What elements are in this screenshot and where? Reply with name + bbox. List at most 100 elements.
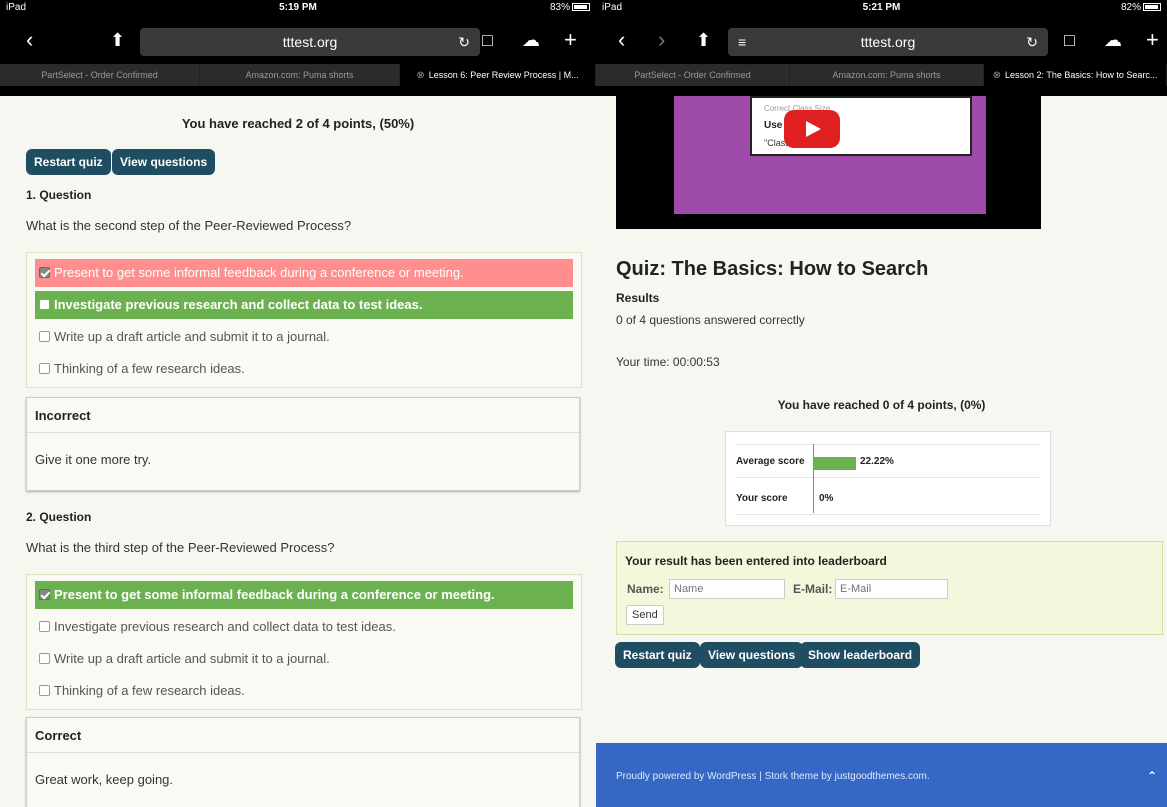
tab-amazon[interactable]: Amazon.com: Puma shorts <box>200 64 400 86</box>
average-score-value: 22.22% <box>860 456 894 467</box>
send-button[interactable]: Send <box>626 605 664 625</box>
leaderboard-message: Your result has been entered into leader… <box>625 554 887 568</box>
battery-indicator: 82% <box>1121 2 1161 13</box>
new-tab-icon[interactable]: + <box>564 28 577 52</box>
cloud-tabs-icon[interactable]: ☁ <box>1104 28 1122 52</box>
checkbox-checked-icon <box>39 267 50 278</box>
tab-lesson-2[interactable]: ⊗ Lesson 2: The Basics: How to Searc... <box>984 64 1167 86</box>
reload-icon[interactable]: ↻ <box>1026 28 1038 56</box>
checkbox-icon <box>39 685 50 696</box>
tab-partselect[interactable]: PartSelect - Order Confirmed <box>596 64 790 86</box>
toolbar: ‹ ⬆ tttest.org ↻ □ ☁ + <box>0 22 596 62</box>
bookmarks-icon[interactable]: □ <box>1064 28 1075 52</box>
results-label: Results <box>616 291 660 305</box>
address-bar[interactable]: tttest.org ↻ <box>140 28 480 56</box>
question-2-heading: 2. Question <box>26 510 92 524</box>
share-icon[interactable]: ⬆ <box>696 28 711 52</box>
your-score-label: Your score <box>736 493 788 504</box>
checkbox-icon <box>39 363 50 374</box>
feedback-title: Correct <box>35 728 82 743</box>
time-taken: Your time: 00:00:53 <box>616 355 720 369</box>
score-chart: Average score 22.22% Your score 0% <box>725 431 1051 526</box>
question-2-feedback: Correct Great work, keep going. <box>26 717 580 807</box>
chart-axis <box>813 444 814 513</box>
battery-icon <box>572 3 590 12</box>
share-icon[interactable]: ⬆ <box>110 28 125 52</box>
battery-indicator: 83% <box>550 2 590 13</box>
video-player[interactable]: Correct Class Size Use Instead of: "Clas… <box>616 96 1041 229</box>
reader-icon[interactable]: ≡ <box>738 28 746 56</box>
quiz-title: Quiz: The Basics: How to Search <box>616 258 929 280</box>
name-input[interactable] <box>669 579 785 599</box>
answer-option[interactable]: Present to get some informal feedback du… <box>35 581 573 609</box>
email-input[interactable] <box>835 579 948 599</box>
question-1-text: What is the second step of the Peer-Revi… <box>26 218 352 233</box>
play-icon[interactable] <box>784 110 840 148</box>
view-questions-button[interactable]: View questions <box>112 149 216 175</box>
bookmarks-icon[interactable]: □ <box>482 28 493 52</box>
back-icon[interactable]: ‹ <box>26 28 33 52</box>
tab-strip: PartSelect - Order Confirmed Amazon.com:… <box>596 64 1167 86</box>
close-tab-icon[interactable]: ⊗ <box>993 70 1001 81</box>
show-leaderboard-button[interactable]: Show leaderboard <box>800 642 921 668</box>
view-questions-button[interactable]: View questions <box>700 642 804 668</box>
forward-icon[interactable]: › <box>658 28 665 52</box>
restart-quiz-button[interactable]: Restart quiz <box>26 149 111 175</box>
new-tab-icon[interactable]: + <box>1146 28 1159 52</box>
answer-option[interactable]: Present to get some informal feedback du… <box>35 259 573 287</box>
reload-icon[interactable]: ↻ <box>458 28 470 56</box>
question-2-answers: Present to get some informal feedback du… <box>26 574 582 710</box>
browser-chrome: iPad 5:19 PM 83% ‹ ⬆ tttest.org ↻ □ ☁ + … <box>0 0 596 96</box>
points-summary: You have reached 2 of 4 points, (50%) <box>181 116 415 131</box>
restart-quiz-button[interactable]: Restart quiz <box>615 642 700 668</box>
tab-lesson-6[interactable]: ⊗ Lesson 6: Peer Review Process | M... <box>400 64 596 86</box>
address-bar[interactable]: ≡ tttest.org ↻ <box>728 28 1048 56</box>
site-footer: Proudly powered by WordPress | Stork the… <box>596 743 1167 807</box>
answer-option[interactable]: Write up a draft article and submit it t… <box>35 645 573 673</box>
checkbox-icon <box>39 653 50 664</box>
clock: 5:21 PM <box>862 2 901 13</box>
browser-chrome: iPad 5:21 PM 82% ‹ › ⬆ ≡ tttest.org ↻ □ … <box>596 0 1167 96</box>
checkbox-icon <box>39 331 50 342</box>
leaderboard-form: Your result has been entered into leader… <box>616 541 1163 635</box>
battery-icon <box>1143 3 1161 12</box>
average-score-label: Average score <box>736 456 805 467</box>
checkbox-checked-icon <box>39 589 50 600</box>
close-tab-icon[interactable]: ⊗ <box>416 70 424 81</box>
cloud-tabs-icon[interactable]: ☁ <box>522 28 540 52</box>
feedback-message: Great work, keep going. <box>35 772 174 787</box>
back-icon[interactable]: ‹ <box>618 28 625 52</box>
your-score-value: 0% <box>819 493 834 504</box>
question-1-answers: Present to get some informal feedback du… <box>26 252 582 388</box>
tab-amazon[interactable]: Amazon.com: Puma shorts <box>790 64 984 86</box>
clock: 5:19 PM <box>279 2 317 13</box>
average-score-bar <box>814 457 856 470</box>
answer-option[interactable]: Investigate previous research and collec… <box>35 291 573 319</box>
url-text: tttest.org <box>860 34 916 50</box>
answer-option[interactable]: Thinking of a few research ideas. <box>35 677 573 705</box>
tab-strip: PartSelect - Order Confirmed Amazon.com:… <box>0 64 596 86</box>
feedback-message: Give it one more try. <box>35 452 152 467</box>
feedback-title: Incorrect <box>35 408 91 423</box>
right-screenshot: iPad 5:21 PM 82% ‹ › ⬆ ≡ tttest.org ↻ □ … <box>596 0 1167 807</box>
email-label: E-Mail: <box>793 582 833 596</box>
answer-option[interactable]: Write up a draft article and submit it t… <box>35 323 573 351</box>
question-2-text: What is the third step of the Peer-Revie… <box>26 540 335 555</box>
checkbox-icon <box>39 621 50 632</box>
question-1-feedback: Incorrect Give it one more try. <box>26 397 580 491</box>
status-bar: iPad 5:21 PM 82% <box>596 0 1167 16</box>
question-1-heading: 1. Question <box>26 188 92 202</box>
name-label: Name: <box>627 582 664 596</box>
video-frame: Correct Class Size Use Instead of: "Clas… <box>674 96 986 214</box>
answered-summary: 0 of 4 questions answered correctly <box>616 313 805 327</box>
answer-option[interactable]: Thinking of a few research ideas. <box>35 355 573 383</box>
tab-partselect[interactable]: PartSelect - Order Confirmed <box>0 64 200 86</box>
status-bar: iPad 5:19 PM 83% <box>0 0 596 16</box>
left-screenshot: iPad 5:19 PM 83% ‹ ⬆ tttest.org ↻ □ ☁ + … <box>0 0 596 807</box>
points-summary: You have reached 0 of 4 points, (0%) <box>777 398 986 412</box>
toolbar: ‹ › ⬆ ≡ tttest.org ↻ □ ☁ + <box>596 22 1167 62</box>
answer-option[interactable]: Investigate previous research and collec… <box>35 613 573 641</box>
scroll-top-icon[interactable]: ⌃ <box>1147 769 1157 783</box>
footer-credits[interactable]: Proudly powered by WordPress | Stork the… <box>616 771 930 782</box>
url-text: tttest.org <box>282 34 338 50</box>
